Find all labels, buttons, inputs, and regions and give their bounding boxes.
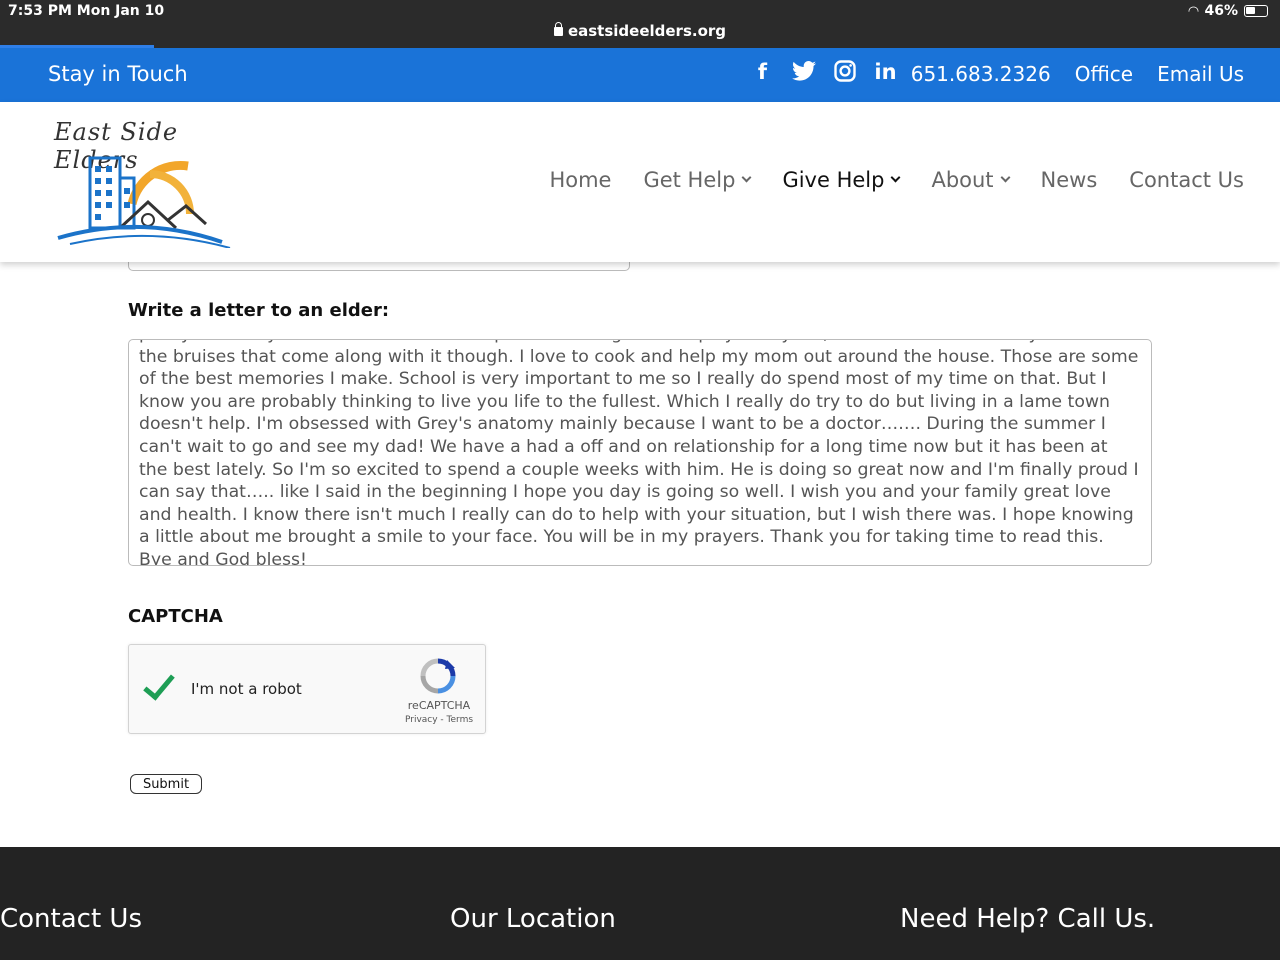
office-link[interactable]: Office: [1075, 62, 1133, 86]
instagram-icon[interactable]: [832, 60, 857, 85]
recaptcha-widget: I'm not a robot reCAPTCHA Privacy - Term…: [128, 644, 486, 734]
twitter-icon[interactable]: [791, 60, 816, 85]
footer-help-heading: Need Help? Call Us.: [900, 904, 1156, 934]
footer-location-heading: Our Location: [450, 904, 616, 934]
recaptcha-brand: reCAPTCHA: [407, 699, 471, 712]
nav-news[interactable]: News: [1041, 168, 1098, 192]
nav-about-label: About: [931, 168, 994, 192]
nav-about[interactable]: About: [931, 168, 1010, 192]
top-links: 651.683.2326 Office Email Us: [911, 62, 1244, 86]
letter-textarea[interactable]: pretty much my best friend and have help…: [128, 339, 1152, 566]
site-footer: Contact Us Our Location Need Help? Call …: [0, 847, 1280, 960]
site-header: East Side Elders Home Get Help Give Help: [0, 102, 1280, 262]
facebook-icon[interactable]: f: [750, 60, 775, 85]
nav-get-help-label: Get Help: [643, 168, 736, 192]
footer-contact-heading: Contact Us: [0, 904, 142, 934]
status-time: 7:53 PM Mon Jan 10: [8, 3, 165, 19]
chevron-down-icon: [741, 172, 752, 183]
email-link[interactable]: Email Us: [1157, 62, 1244, 86]
submit-button[interactable]: Submit: [130, 774, 202, 794]
site-logo[interactable]: East Side Elders: [40, 116, 252, 248]
address-bar[interactable]: eastsideelders.org: [0, 22, 1280, 40]
recaptcha-logo-icon: [420, 658, 456, 694]
nav-contact-us[interactable]: Contact Us: [1129, 168, 1244, 192]
status-icons: ◠ 46%: [1188, 3, 1268, 19]
wifi-icon: ◠: [1188, 3, 1199, 19]
letter-field-label: Write a letter to an elder:: [128, 300, 390, 321]
linkedin-icon[interactable]: in: [873, 60, 898, 85]
letter-text: pretty much my best friend and have help…: [139, 340, 1139, 566]
top-contact-bar: Stay in Touch f in 651.683.2326 Office E…: [0, 48, 1280, 102]
nav-news-label: News: [1040, 168, 1098, 192]
recaptcha-privacy-terms[interactable]: Privacy - Terms: [391, 715, 487, 725]
recaptcha-label: I'm not a robot: [191, 680, 302, 698]
lock-icon: [553, 22, 563, 36]
main-nav: Home Get Help Give Help About News Conta…: [549, 168, 1244, 192]
stay-in-touch-label: Stay in Touch: [48, 62, 188, 86]
phone-link[interactable]: 651.683.2326: [911, 62, 1051, 86]
nav-contact-us-label: Contact Us: [1129, 168, 1244, 192]
battery-icon: [1244, 5, 1268, 17]
ios-status-bar: 7:53 PM Mon Jan 10 eastsideelders.org ◠ …: [0, 0, 1280, 48]
battery-percent: 46%: [1204, 3, 1238, 19]
nav-give-help-label: Give Help: [782, 168, 885, 192]
nav-get-help[interactable]: Get Help: [643, 168, 752, 192]
chevron-down-icon: [1000, 172, 1010, 183]
nav-home[interactable]: Home: [549, 168, 611, 192]
recaptcha-checkmark-icon[interactable]: [143, 667, 175, 701]
chevron-down-icon: [891, 172, 901, 183]
nav-home-label: Home: [549, 168, 612, 192]
social-links: f in: [750, 60, 898, 85]
captcha-label: CAPTCHA: [128, 606, 223, 627]
logo-graphic: [57, 156, 231, 248]
nav-give-help[interactable]: Give Help: [782, 168, 901, 192]
url-text: eastsideelders.org: [567, 22, 727, 40]
